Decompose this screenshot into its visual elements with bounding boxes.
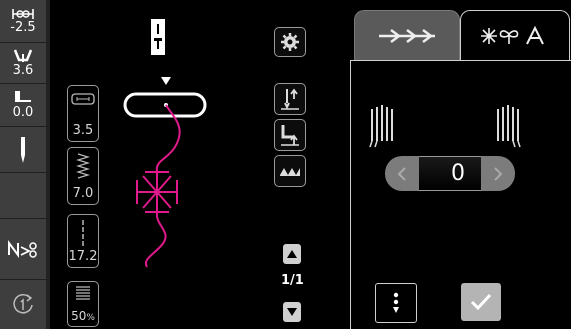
- restart-icon: [13, 293, 33, 313]
- width-tile[interactable]: 7.0: [67, 147, 99, 205]
- increase-button[interactable]: [481, 156, 515, 191]
- triangle-up-icon: [287, 250, 297, 258]
- mirror-width-icon: [12, 9, 34, 19]
- dots-arrow-icon: [393, 292, 399, 313]
- stitch-tab-icon: [379, 29, 435, 43]
- straight-stitch-icon: [82, 220, 84, 246]
- density-tile[interactable]: 50%: [67, 281, 99, 327]
- needle-cell[interactable]: [0, 127, 46, 173]
- length-icon: [71, 93, 95, 105]
- tension-icon: [13, 49, 33, 62]
- stitch-preview: [123, 77, 207, 268]
- thread-cut-cell[interactable]: [0, 219, 46, 280]
- length-value: 3.5: [72, 123, 94, 138]
- presser-cell[interactable]: 0.0: [0, 84, 46, 127]
- page-indicator: 1/1: [281, 273, 304, 288]
- density-icon: [76, 286, 90, 300]
- sequence-button[interactable]: [375, 283, 417, 323]
- triangle-down-icon: [287, 308, 297, 316]
- presser-lift-icon: [281, 125, 299, 146]
- tension-value: 3.6: [12, 63, 34, 78]
- pattern-star: [137, 172, 177, 212]
- length-tile[interactable]: 3.5: [67, 85, 99, 142]
- needle-icon: [21, 136, 25, 163]
- confirm-button[interactable]: [461, 283, 501, 321]
- needle-position-right-icon: [497, 105, 521, 148]
- blank-cell: [0, 173, 46, 219]
- length2-tile[interactable]: 17.2: [67, 214, 99, 268]
- length2-value: 17.2: [68, 249, 98, 264]
- restart-cell[interactable]: [0, 280, 46, 329]
- gear-icon: [281, 33, 299, 51]
- tab-alphabet[interactable]: [460, 10, 570, 61]
- chevron-right-icon: [494, 166, 503, 181]
- checkmark-icon: [470, 293, 492, 311]
- needle-up-button[interactable]: [274, 83, 306, 115]
- tab-stitches[interactable]: [354, 10, 460, 61]
- needle-position-left-icon: [369, 105, 393, 148]
- page-down-button[interactable]: [283, 302, 301, 322]
- width-value: 7.0: [72, 186, 94, 201]
- decrease-button[interactable]: [385, 156, 419, 191]
- rail-divider: [46, 0, 50, 329]
- value-display: 0: [419, 156, 481, 191]
- stitch-width-cell[interactable]: -2.5: [0, 0, 46, 43]
- needle-marker: [161, 77, 171, 85]
- feed-dog-button[interactable]: [274, 155, 306, 187]
- settings-button[interactable]: [274, 27, 306, 57]
- stitch-width-value: -2.5: [10, 20, 36, 35]
- zigzag-icon: [76, 153, 90, 179]
- density-value: 50%: [71, 309, 95, 323]
- page-up-button[interactable]: [283, 244, 301, 264]
- presser-icon: [15, 91, 31, 102]
- feed-dog-icon: [280, 168, 300, 176]
- presser-value: 0.0: [12, 105, 34, 120]
- thread-cut-icon: [8, 240, 37, 258]
- needle-up-icon: [281, 88, 299, 110]
- chevron-left-icon: [397, 166, 406, 181]
- presser-foot-icon: [151, 19, 165, 55]
- alpha-tab-icon: [481, 25, 544, 45]
- left-rail: -2.5 3.6 0.0: [0, 0, 46, 329]
- presser-lift-button[interactable]: [274, 119, 306, 151]
- tension-cell[interactable]: 3.6: [0, 43, 46, 84]
